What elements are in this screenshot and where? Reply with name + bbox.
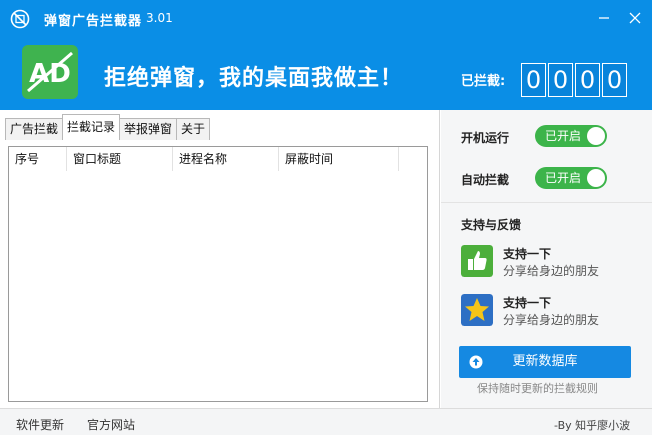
update-hint: 保持随时更新的拦截规则 bbox=[477, 382, 598, 395]
toggle-knob bbox=[587, 169, 605, 187]
share-item-title: 支持一下 bbox=[503, 296, 552, 310]
startup-toggle[interactable]: 已开启 bbox=[535, 125, 607, 147]
share-item-desc: 分享给身边的朋友 bbox=[503, 313, 600, 327]
auto-block-label: 自动拦截 bbox=[461, 173, 510, 187]
tab-about[interactable]: 关于 bbox=[176, 118, 211, 140]
startup-toggle-state: 已开启 bbox=[545, 129, 582, 143]
support-title: 支持与反馈 bbox=[461, 218, 522, 232]
left-panel: 广告拦截 拦截记录 举报弹窗 关于 序号 窗口标题 进程名称 屏蔽时间 bbox=[0, 110, 440, 408]
counter-digit: 0 bbox=[602, 63, 627, 97]
thumbs-up-icon bbox=[461, 245, 493, 277]
share-item-like[interactable]: 支持一下 分享给身边的朋友 bbox=[461, 245, 641, 279]
update-database-label: 更新数据库 bbox=[512, 354, 578, 369]
title-bar: 弹窗广告拦截器 3.01 bbox=[0, 0, 652, 38]
minimize-button[interactable] bbox=[592, 6, 616, 30]
software-update-link[interactable]: 软件更新 bbox=[16, 416, 64, 433]
block-icon bbox=[10, 9, 30, 29]
star-icon bbox=[461, 294, 493, 326]
column-header-block-time[interactable]: 屏蔽时间 bbox=[279, 147, 399, 171]
official-site-link[interactable]: 官方网站 bbox=[87, 416, 135, 433]
blocked-count-label: 已拦截: bbox=[461, 74, 506, 89]
column-header-index[interactable]: 序号 bbox=[9, 147, 67, 171]
update-database-button[interactable]: 更新数据库 bbox=[459, 346, 631, 378]
share-item-star[interactable]: 支持一下 分享给身边的朋友 bbox=[461, 294, 641, 328]
auto-block-toggle-state: 已开启 bbox=[545, 171, 582, 185]
blocked-counter: 0 0 0 0 bbox=[521, 63, 627, 97]
block-log-table[interactable]: 序号 窗口标题 进程名称 屏蔽时间 bbox=[8, 146, 428, 402]
counter-digit: 0 bbox=[575, 63, 600, 97]
app-version: 3.01 bbox=[146, 11, 173, 25]
toggle-knob bbox=[587, 127, 605, 145]
author-credit: -By 知乎廖小波 bbox=[554, 419, 631, 432]
minimize-icon bbox=[599, 17, 609, 19]
column-header-window-title[interactable]: 窗口标题 bbox=[67, 147, 173, 171]
footer: 软件更新 官方网站 -By 知乎廖小波 bbox=[0, 408, 652, 435]
app-title: 弹窗广告拦截器 bbox=[44, 14, 143, 29]
startup-label: 开机运行 bbox=[461, 131, 510, 145]
tab-bar: 广告拦截 拦截记录 举报弹窗 关于 bbox=[5, 114, 211, 140]
tab-ad-block[interactable]: 广告拦截 bbox=[5, 118, 64, 140]
counter-digit: 0 bbox=[521, 63, 546, 97]
table-header: 序号 窗口标题 进程名称 屏蔽时间 bbox=[9, 147, 427, 171]
share-item-title: 支持一下 bbox=[503, 247, 552, 261]
right-panel: 开机运行 已开启 自动拦截 已开启 支持与反馈 支持一下 分享给身边的朋友 支持… bbox=[441, 110, 652, 408]
tab-block-log[interactable]: 拦截记录 bbox=[62, 114, 121, 140]
tab-report-popup[interactable]: 举报弹窗 bbox=[119, 118, 178, 140]
divider bbox=[441, 202, 652, 203]
banner: AD 拒绝弹窗，我的桌面我做主！ 已拦截: 0 0 0 0 bbox=[0, 38, 652, 110]
arrow-up-icon bbox=[469, 355, 483, 369]
column-header-process-name[interactable]: 进程名称 bbox=[173, 147, 279, 171]
share-item-desc: 分享给身边的朋友 bbox=[503, 264, 600, 278]
auto-block-toggle[interactable]: 已开启 bbox=[535, 167, 607, 189]
close-button[interactable] bbox=[623, 6, 647, 30]
slogan: 拒绝弹窗，我的桌面我做主！ bbox=[104, 66, 404, 91]
ad-logo-icon: AD bbox=[27, 51, 73, 93]
close-icon bbox=[629, 12, 641, 24]
counter-digit: 0 bbox=[548, 63, 573, 97]
app-logo: AD bbox=[22, 45, 78, 99]
